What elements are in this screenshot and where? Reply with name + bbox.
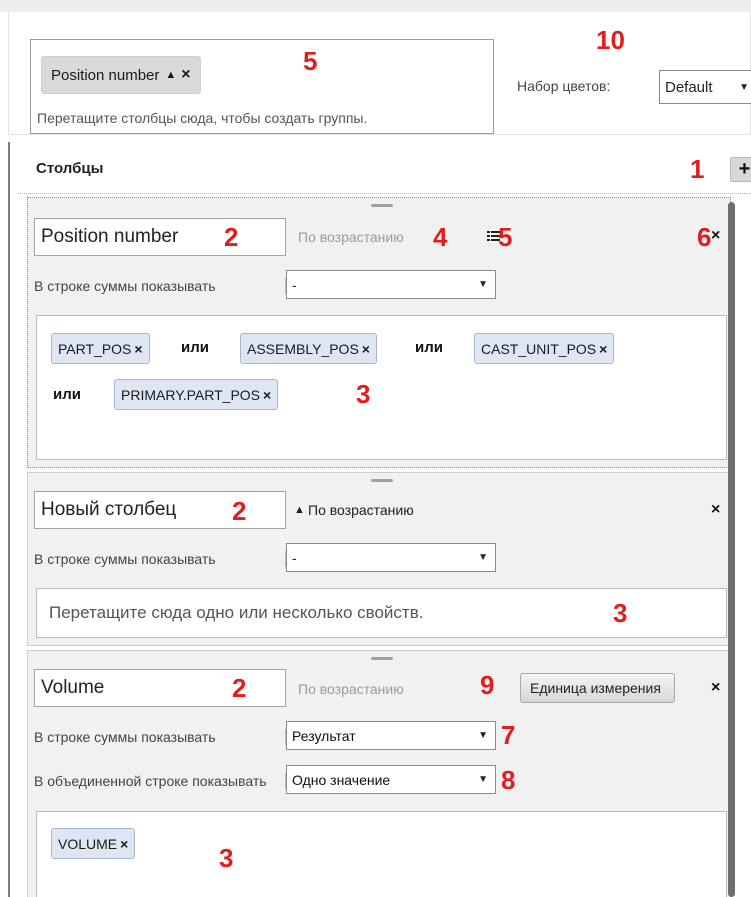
grouping-panel: Position number ▲ × Перетащите столбцы с… — [8, 12, 751, 135]
sort-direction-toggle[interactable]: По возрастанию — [298, 681, 404, 697]
drag-handle[interactable] — [371, 657, 393, 660]
close-icon[interactable]: × — [120, 836, 128, 852]
merged-row-select-value: Одно значение — [292, 771, 391, 788]
chevron-down-icon: ▼ — [478, 730, 488, 741]
property-chip[interactable]: PART_POS × — [51, 333, 150, 364]
column-name-input[interactable]: Новый столбец — [34, 491, 286, 529]
palette-select-value: Default — [665, 78, 713, 96]
sum-row-label: В строке суммы показывать — [34, 551, 286, 567]
sum-row-select[interactable]: Результат ▼ — [286, 721, 496, 750]
annotation-marker: 5 — [498, 222, 513, 252]
sum-row-label: В строке суммы показывать — [34, 278, 286, 294]
column-name-input[interactable]: Volume — [34, 669, 286, 707]
property-chip-label: PRIMARY.PART_POS — [121, 386, 261, 403]
property-chip[interactable]: VOLUME × — [51, 828, 136, 859]
annotation-marker: 1 — [690, 154, 705, 184]
annotation-marker: 4 — [433, 222, 448, 252]
sum-row-select[interactable]: - ▼ — [286, 270, 496, 299]
property-chip-label: VOLUME — [58, 835, 118, 852]
annotation-marker: 9 — [480, 670, 495, 700]
chevron-down-icon: ▼ — [478, 552, 488, 563]
drag-handle[interactable] — [371, 479, 393, 482]
group-drop-area[interactable]: Position number ▲ × Перетащите столбцы с… — [30, 39, 494, 134]
annotation-marker: 3 — [613, 598, 628, 628]
top-strip — [0, 0, 751, 12]
columns-panel: Столбцы + Position number По возрастанию… — [8, 142, 751, 897]
palette-select[interactable]: Default ▼ — [659, 70, 751, 104]
annotation-marker: 2 — [224, 222, 239, 252]
chevron-down-icon: ▼ — [478, 774, 488, 785]
annotation-marker: 5 — [303, 46, 318, 76]
group-drop-hint: Перетащите столбцы сюда, чтобы создать г… — [37, 110, 368, 126]
annotation-marker: 2 — [232, 496, 247, 526]
property-chip[interactable]: CAST_UNIT_POS × — [474, 333, 615, 364]
properties-drop-hint: Перетащите сюда одно или несколько свойс… — [49, 603, 424, 622]
sum-row-select-value: - — [292, 276, 297, 293]
column-name-input[interactable]: Position number — [34, 218, 286, 256]
annotation-marker: 8 — [501, 765, 516, 795]
add-column-button[interactable]: + — [730, 157, 751, 182]
columns-title: Столбцы — [36, 160, 104, 177]
palette-label: Набор цветов: — [517, 78, 611, 94]
property-chip-label: ASSEMBLY_POS — [247, 340, 359, 357]
property-chip[interactable]: PRIMARY.PART_POS × — [114, 379, 279, 410]
sum-row-select-value: Результат — [292, 727, 356, 744]
group-chip-position-number[interactable]: Position number ▲ × — [41, 56, 201, 94]
merged-row-label: В объединенной строке показывать — [34, 773, 286, 789]
chevron-down-icon: ▼ — [478, 279, 488, 290]
properties-box[interactable]: PART_POS × или ASSEMBLY_POS × или CAST_U… — [36, 315, 727, 460]
properties-box[interactable]: VOLUME × — [36, 811, 727, 897]
close-icon[interactable]: × — [362, 341, 370, 357]
annotation-marker: 3 — [219, 843, 234, 873]
columns-header: Столбцы + — [18, 142, 751, 194]
or-separator: или — [415, 339, 443, 356]
column-card-position-number: Position number По возрастанию × В строк… — [27, 197, 731, 468]
sort-direction-toggle[interactable]: По возрастанию — [308, 502, 414, 518]
annotation-marker: 6 — [697, 222, 712, 252]
property-chip-label: CAST_UNIT_POS — [481, 340, 597, 357]
merged-row-select[interactable]: Одно значение ▼ — [286, 765, 496, 794]
annotation-marker: 7 — [501, 720, 516, 750]
drag-handle[interactable] — [371, 204, 393, 207]
or-separator: или — [181, 339, 209, 356]
property-chip-label: PART_POS — [58, 340, 132, 357]
sum-row-select[interactable]: - ▼ — [286, 543, 496, 572]
remove-column-icon[interactable]: × — [711, 227, 720, 245]
close-icon[interactable]: × — [263, 387, 271, 403]
property-chip[interactable]: ASSEMBLY_POS × — [240, 333, 377, 364]
remove-column-icon[interactable]: × — [711, 679, 720, 697]
close-icon[interactable]: × — [134, 341, 142, 357]
close-icon[interactable]: × — [181, 66, 190, 84]
scrollbar[interactable] — [728, 202, 735, 897]
annotation-marker: 3 — [356, 379, 371, 409]
sort-ascending-icon[interactable]: ▲ — [165, 69, 176, 81]
group-chip-label: Position number — [51, 66, 160, 84]
or-separator: или — [53, 386, 81, 403]
unit-button[interactable]: Единица измерения — [520, 673, 675, 703]
column-card-volume: Volume По возрастанию Единица измерения … — [27, 650, 731, 897]
annotation-marker: 10 — [596, 25, 625, 55]
chevron-down-icon: ▼ — [739, 82, 749, 93]
sum-row-select-value: - — [292, 549, 297, 566]
sort-ascending-icon: ▲ — [294, 504, 305, 516]
annotation-marker: 2 — [232, 673, 247, 703]
close-icon[interactable]: × — [599, 341, 607, 357]
sum-row-label: В строке суммы показывать — [34, 729, 286, 745]
sort-direction-toggle[interactable]: По возрастанию — [298, 229, 404, 245]
remove-column-icon[interactable]: × — [711, 501, 720, 519]
